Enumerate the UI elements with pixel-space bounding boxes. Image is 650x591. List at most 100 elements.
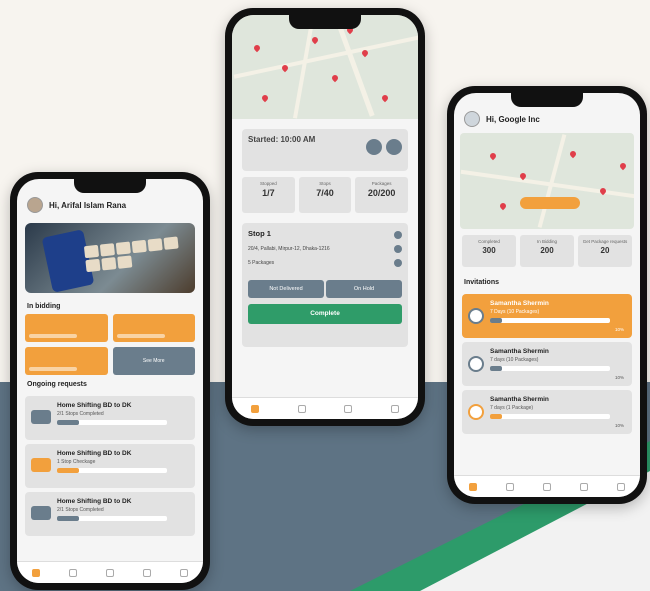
- invitation-progress-bar: [490, 318, 610, 323]
- phone-notch: [74, 179, 146, 193]
- trip-status-card: Started: 10:00 AM: [242, 129, 408, 171]
- complete-button[interactable]: Complete: [248, 304, 402, 324]
- invitation-percent: 10%: [614, 327, 624, 332]
- summary-value: 300: [482, 246, 496, 255]
- notification-tab-icon[interactable]: [143, 568, 152, 577]
- info-icon[interactable]: [394, 231, 402, 239]
- bid-card[interactable]: [25, 347, 108, 375]
- request-progress-bar: [57, 420, 167, 425]
- invitation-item[interactable]: Samantha Shermin 7 days (1 Package) 10%: [462, 390, 632, 434]
- menu-tab-icon[interactable]: [180, 568, 189, 577]
- list-item[interactable]: Home Shifting BD to DK 1 Stop Checkage 2…: [25, 444, 195, 577]
- stat-stopped: Stopped 1/7: [242, 177, 295, 213]
- truck-icon: [31, 458, 51, 472]
- section-title-ongoing: Ongoing requests: [27, 381, 87, 388]
- stop-actions: Not Delivered On Hold: [248, 280, 402, 298]
- stat-value: 1/7: [262, 188, 275, 198]
- truck-icon: [31, 410, 51, 424]
- summary-label: Completed: [478, 239, 500, 244]
- location-icon[interactable]: [394, 245, 402, 253]
- pause-icon[interactable]: [386, 139, 402, 155]
- summary-requests: Get Package requests 20: [578, 235, 632, 267]
- section-title-invitations: Invitations: [464, 279, 500, 286]
- tab-bar: [17, 561, 203, 583]
- bidding-grid: See More: [17, 314, 203, 375]
- phone-route-screen: Started: 10:00 AM Stopped 1/7 Stops 7/40…: [225, 8, 425, 426]
- list-item[interactable]: Home Shifting BD to DK 2/1 Stops Complet…: [25, 492, 195, 577]
- invitation-subtitle: 7 days (1 Package): [490, 405, 534, 411]
- overview-map[interactable]: [460, 133, 634, 229]
- invitation-subtitle: 7 days (10 Packages): [490, 357, 539, 363]
- invitation-name: Samantha Shermin: [490, 396, 549, 403]
- stat-label: Stops: [319, 181, 331, 186]
- map-action-button[interactable]: [520, 197, 580, 209]
- map-pin-icon[interactable]: [568, 149, 578, 159]
- tab-bar: [232, 397, 418, 419]
- stat-value: 7/40: [316, 188, 334, 198]
- not-delivered-button[interactable]: Not Delivered: [248, 280, 324, 298]
- summary-label: Get Package requests: [582, 239, 628, 244]
- request-subtitle: 2/1 Stops Completed: [57, 411, 104, 417]
- invitation-name: Samantha Shermin: [490, 348, 549, 355]
- bid-progress-bar: [29, 367, 77, 371]
- stat-packages: Packages 20/200: [355, 177, 409, 213]
- map-pin-icon[interactable]: [252, 43, 262, 53]
- user-icon: [468, 356, 484, 372]
- map-pin-icon[interactable]: [310, 35, 320, 45]
- request-subtitle: 1 Stop Checkage: [57, 459, 96, 465]
- stop-icon[interactable]: [366, 139, 382, 155]
- map-pin-icon[interactable]: [260, 93, 270, 103]
- stat-stops: Stops 7/40: [298, 177, 352, 213]
- orders-tab-icon[interactable]: [505, 482, 514, 491]
- stop-title: Stop 1: [248, 229, 271, 238]
- map-pin-icon[interactable]: [618, 161, 628, 171]
- greeting: Hi, Arifal Islam Rana: [49, 200, 127, 210]
- bid-card[interactable]: [25, 314, 108, 342]
- truck-icon: [31, 506, 51, 520]
- phone-home-screen: Hi, Arifal Islam Rana In bidding See Mor…: [10, 172, 210, 590]
- chat-tab-icon[interactable]: [344, 404, 353, 413]
- request-subtitle: 2/1 Stops Completed: [57, 507, 104, 513]
- stat-label: Packages: [371, 181, 392, 186]
- avatar[interactable]: [27, 197, 43, 213]
- map-pin-icon[interactable]: [498, 201, 508, 211]
- greeting: Hi, Google Inc: [486, 114, 540, 124]
- avatar[interactable]: [464, 111, 480, 127]
- route-map[interactable]: [232, 15, 418, 119]
- invitation-subtitle: 7 Days (10 Packages): [490, 309, 540, 315]
- request-progress-bar: [57, 516, 167, 521]
- ongoing-list: Home Shifting BD to DK 2/1 Stops Complet…: [17, 396, 203, 577]
- home-tab-icon[interactable]: [31, 568, 40, 577]
- phone-screen: Hi, Google Inc Completed 300 In Bidding …: [454, 93, 640, 497]
- orders-tab-icon[interactable]: [297, 404, 306, 413]
- chat-tab-icon[interactable]: [542, 482, 551, 491]
- phone-company-screen: Hi, Google Inc Completed 300 In Bidding …: [447, 86, 647, 504]
- home-tab-icon[interactable]: [468, 482, 477, 491]
- stat-value: 20/200: [367, 188, 396, 198]
- invitation-item[interactable]: Samantha Shermin 7 days (10 Packages) 10…: [462, 342, 632, 386]
- map-pin-icon[interactable]: [380, 93, 390, 103]
- bid-progress-bar: [29, 334, 77, 338]
- bid-progress-bar: [116, 334, 165, 338]
- invitation-percent: 10%: [614, 423, 624, 428]
- phone-notch: [289, 15, 361, 29]
- notification-tab-icon[interactable]: [580, 482, 589, 491]
- chat-tab-icon[interactable]: [105, 568, 114, 577]
- list-item[interactable]: Home Shifting BD to DK 2/1 Stops Complet…: [25, 396, 195, 577]
- invitation-item[interactable]: Samantha Shermin 7 Days (10 Packages) 10…: [462, 294, 632, 338]
- menu-tab-icon[interactable]: [617, 482, 626, 491]
- promo-banner[interactable]: [25, 223, 195, 293]
- on-hold-button[interactable]: On Hold: [326, 280, 402, 298]
- summary-completed: Completed 300: [462, 235, 516, 267]
- menu-tab-icon[interactable]: [390, 404, 399, 413]
- orders-tab-icon[interactable]: [68, 568, 77, 577]
- map-pin-icon[interactable]: [488, 151, 498, 161]
- request-title: Home Shifting BD to DK: [57, 450, 132, 457]
- tiles-illustration-icon: [83, 236, 186, 273]
- bid-card[interactable]: [112, 314, 195, 342]
- see-more-button[interactable]: See More: [112, 347, 195, 375]
- home-tab-icon[interactable]: [251, 404, 260, 413]
- package-icon[interactable]: [394, 259, 402, 267]
- map-pin-icon[interactable]: [330, 73, 340, 83]
- invitation-name: Samantha Shermin: [490, 300, 549, 307]
